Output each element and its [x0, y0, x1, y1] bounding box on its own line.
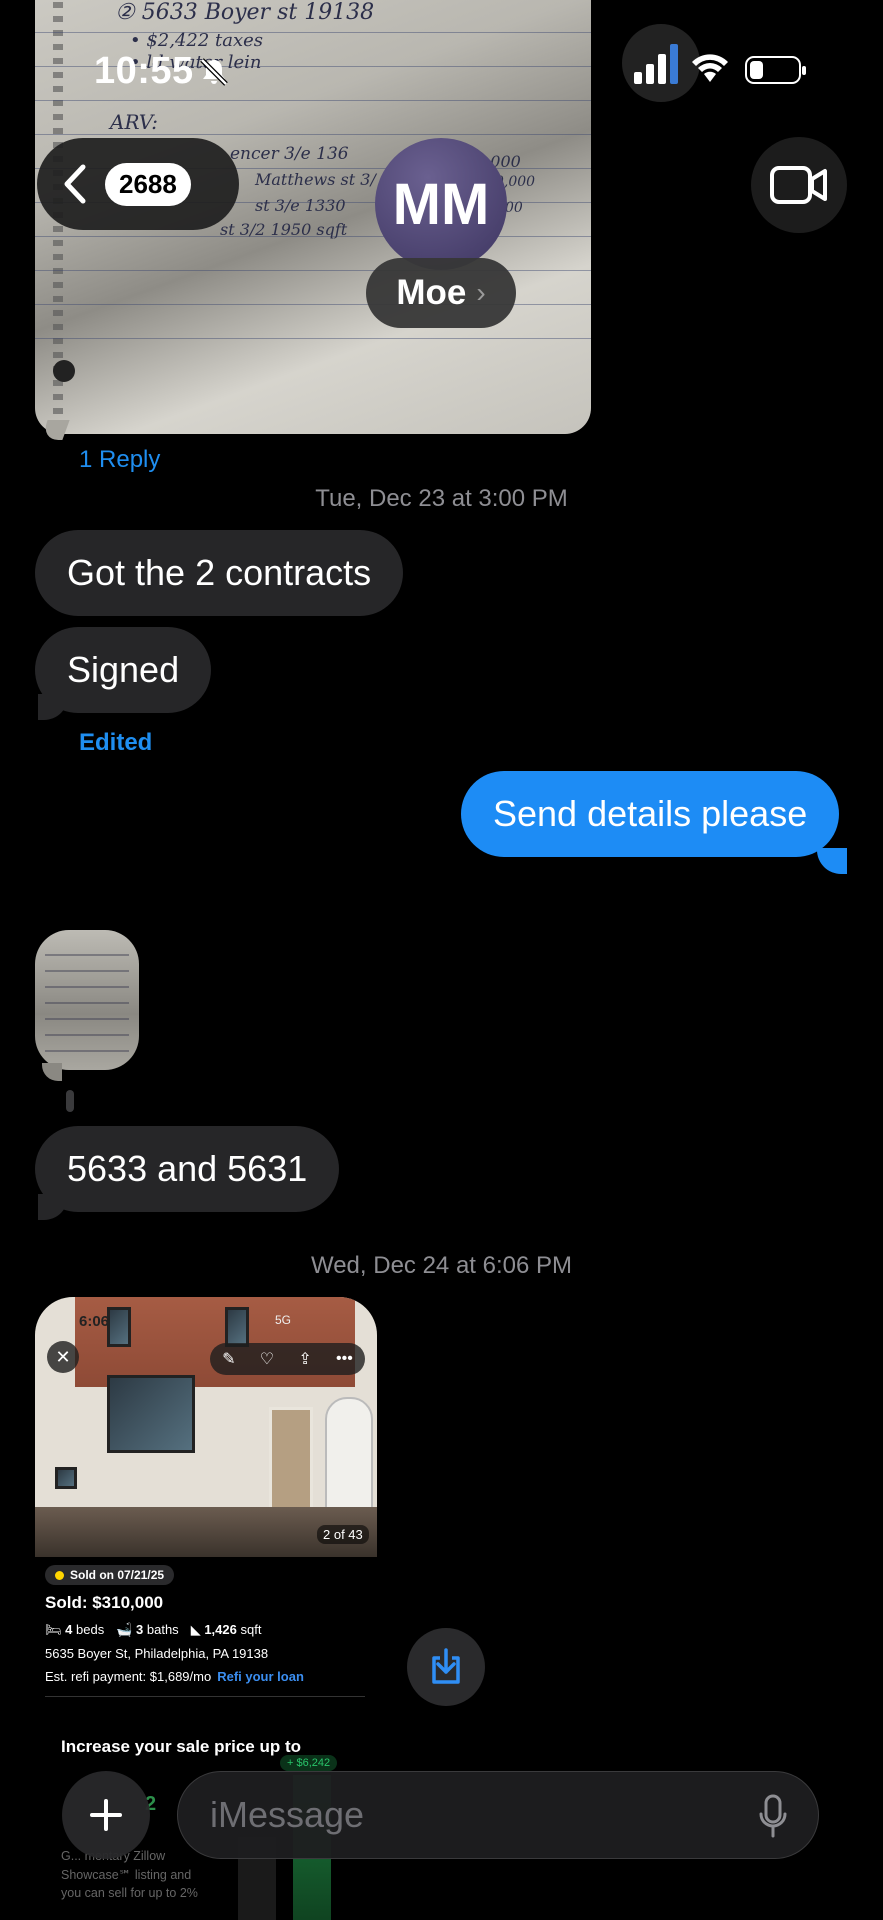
screenshot-time: 6:06 — [79, 1313, 110, 1330]
message-input[interactable] — [210, 1790, 730, 1840]
incoming-message[interactable]: 5633 and 5631 — [35, 1126, 340, 1212]
listing-info: Sold on 07/21/25 Sold: $310,000 🛏 4 beds… — [35, 1565, 377, 1697]
note-line: st 3/2 1950 sqft — [220, 220, 348, 239]
listing-address: 5635 Boyer St, Philadelphia, PA 19138 — [45, 1646, 269, 1661]
screenshot-toolbar: ✎ ♡ ⇪ ••• — [210, 1343, 365, 1375]
promo-delta: + $6,242 — [280, 1755, 338, 1771]
note-line: Matthews st 3/ — [255, 170, 376, 189]
status-bar: 10:55 — [0, 0, 883, 140]
note-line: st 3/e 1330 — [255, 196, 346, 215]
promo-body: G... mentary Zillow Showcase℠ listing an… — [61, 1849, 198, 1900]
more-icon: ••• — [336, 1350, 353, 1367]
bed-icon: 🛏 — [45, 1622, 62, 1637]
status-time: 10:55 — [94, 50, 194, 92]
facetime-video-button[interactable] — [751, 137, 847, 233]
silent-mode-icon — [200, 58, 228, 86]
outgoing-message[interactable]: Send details please — [461, 771, 840, 857]
download-icon — [432, 1648, 460, 1684]
ruler-icon: ◣ — [190, 1622, 201, 1637]
sqft-fact: ◣ 1,426 sqft — [190, 1622, 262, 1637]
contact-avatar[interactable]: MM — [375, 138, 507, 270]
attachment-indicator — [66, 1090, 74, 1112]
baths-fact: 🛁 3 baths — [116, 1622, 179, 1637]
close-icon: ✕ — [47, 1341, 79, 1373]
save-attachment-button[interactable] — [407, 1628, 485, 1706]
chevron-right-icon: › — [476, 277, 486, 308]
back-button[interactable]: 2688 — [37, 138, 239, 230]
bubble-tail — [38, 694, 68, 720]
share-icon: ⇪ — [298, 1351, 312, 1368]
microphone-icon[interactable] — [759, 1794, 787, 1838]
add-attachment-button[interactable] — [62, 1771, 150, 1859]
bubble-tail — [42, 1063, 62, 1081]
timestamp-divider: Tue, Dec 23 at 3:00 PM — [315, 485, 568, 512]
bath-icon: 🛁 — [116, 1622, 133, 1637]
timestamp-divider: Wed, Dec 24 at 6:06 PM — [310, 1252, 573, 1279]
note-line: encer 3/e 136 — [230, 144, 349, 164]
edited-label[interactable]: Edited — [79, 729, 152, 757]
sold-badge: Sold on 07/21/25 — [45, 1565, 175, 1585]
screenshot-network: 5G — [275, 1313, 292, 1327]
divider — [45, 1696, 365, 1697]
message-text: Got the 2 contracts — [67, 552, 372, 593]
pencil-icon: ✎ — [222, 1351, 236, 1368]
thread-reply-link[interactable]: 1 Reply — [79, 446, 160, 474]
beds-fact: 🛏 4 beds — [45, 1622, 105, 1637]
unread-count-badge: 2688 — [105, 162, 191, 206]
video-camera-icon — [770, 166, 827, 204]
status-dot-icon — [55, 1570, 64, 1580]
bubble-tail — [817, 848, 847, 874]
photo-counter: 2 of 43 — [317, 1525, 369, 1544]
cellular-signal-icon — [622, 24, 700, 102]
note-line: 00 — [505, 200, 523, 216]
notebook-thumbnail-attachment[interactable] — [35, 930, 139, 1070]
house-photo: 6:06 5G ✕ ✎ ♡ ⇪ ••• 2 of 43 — [35, 1297, 377, 1557]
battery-icon — [745, 56, 806, 84]
bubble-tail — [38, 1194, 68, 1220]
refi-line: Est. refi payment: $1,689/mo Refi your lo… — [45, 1669, 304, 1684]
contact-name: Moe — [396, 273, 467, 312]
chevron-left-icon — [64, 164, 86, 204]
wifi-icon — [692, 54, 728, 82]
sold-price: Sold: $310,000 — [45, 1593, 164, 1612]
message-text: Send details please — [493, 793, 808, 834]
heart-icon: ♡ — [259, 1351, 275, 1368]
listing-facts: 🛏 4 beds 🛁 3 baths ◣ 1,426 sqft — [45, 1622, 367, 1638]
message-compose-field[interactable] — [177, 1771, 819, 1859]
notebook-hole — [53, 360, 75, 382]
message-text: 5633 and 5631 — [67, 1148, 308, 1189]
contact-name-button[interactable]: Moe › — [366, 258, 516, 328]
incoming-message[interactable]: Got the 2 contracts — [35, 530, 404, 616]
message-text: Signed — [67, 649, 180, 690]
refi-link: Refi your loan — [217, 1669, 304, 1684]
